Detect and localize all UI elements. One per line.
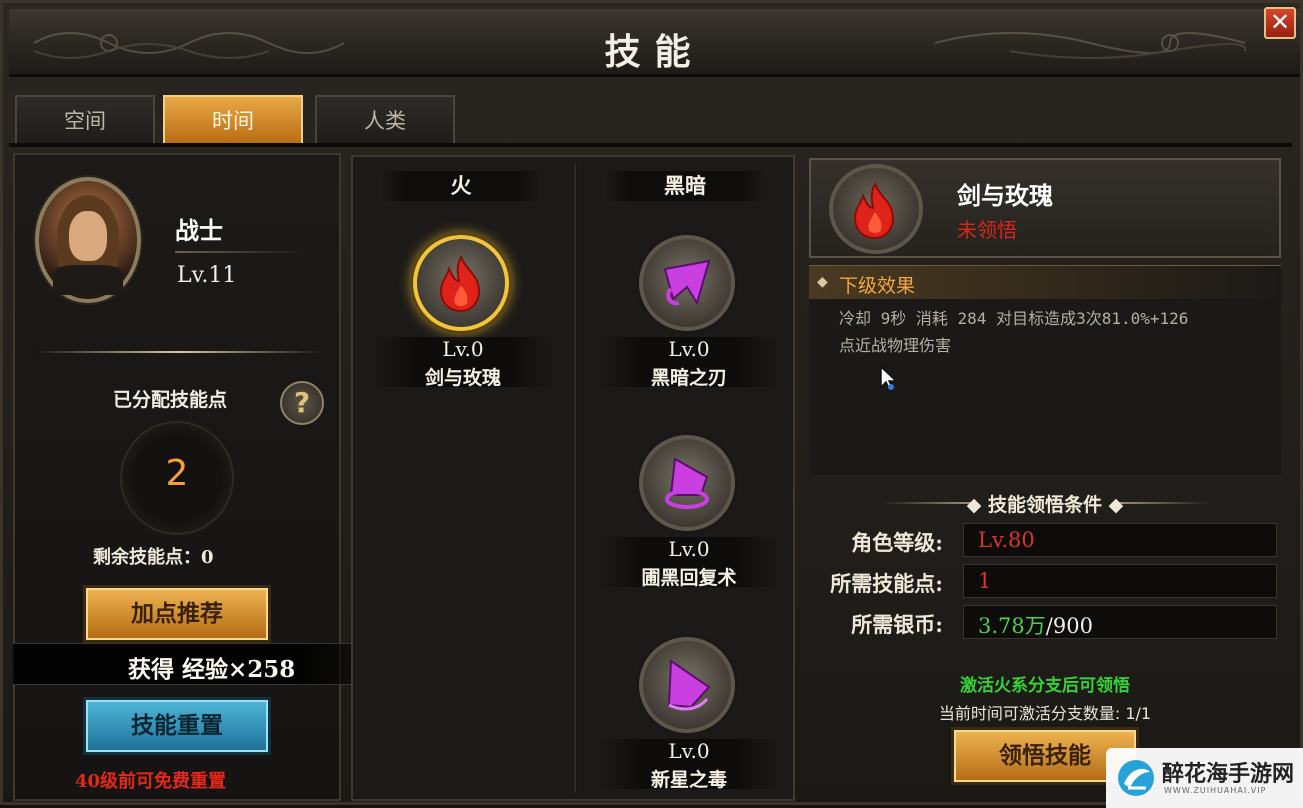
remaining-points: 剩余技能点：0 bbox=[93, 547, 214, 568]
effect-title: 下级效果 bbox=[839, 275, 916, 297]
skill-window: 技能 ✕ 空间 时间 人类 战士 Lv.11 已分配技能点 ? 2 剩余技能点：… bbox=[0, 0, 1303, 808]
detail-skill-name: 剑与玫瑰 bbox=[957, 181, 1053, 210]
tab-divider bbox=[9, 143, 1292, 147]
watermark-logo-icon bbox=[1118, 760, 1154, 796]
dark-blade-icon bbox=[663, 259, 711, 306]
condition-value: Lv.80 bbox=[978, 528, 1035, 552]
effect-description: 冷却 9秒 消耗 284 对目标造成3次81.0%+126 点近战物理伤害 bbox=[839, 305, 1279, 359]
character-panel: 战士 Lv.11 已分配技能点 ? 2 剩余技能点：0 加点推荐 技能重置 bbox=[13, 153, 341, 801]
assigned-points-value: 2 bbox=[165, 453, 189, 494]
silver-owned: 3.78万 bbox=[978, 614, 1046, 638]
window-title: 技能 bbox=[604, 31, 705, 73]
skill-level: Lv.0 bbox=[668, 739, 710, 763]
nova-poison-icon bbox=[667, 659, 711, 711]
watermark-url: WWW.ZUIHUAHAI.VIP bbox=[1164, 786, 1267, 795]
effect-desc-line: 冷却 9秒 消耗 284 对目标造成3次81.0%+126 bbox=[839, 309, 1189, 328]
condition-label: 所需银币: bbox=[851, 612, 943, 637]
branch-header-dark: 黑暗 bbox=[605, 171, 765, 201]
title-bar: 技能 bbox=[9, 9, 1300, 77]
detail-skill-status: 未领悟 bbox=[957, 218, 1017, 242]
condition-row-silver: 所需银币: 3.78万/900 bbox=[809, 605, 1281, 639]
section-divider bbox=[33, 351, 323, 353]
reset-button[interactable]: 技能重置 bbox=[83, 697, 271, 755]
effect-header: ◆ 下级效果 bbox=[809, 265, 1281, 299]
dark-heal-icon bbox=[665, 457, 709, 509]
condition-label: 角色等级: bbox=[851, 530, 943, 555]
character-class: 战士 bbox=[175, 216, 223, 245]
free-reset-hint: 40级前可免费重置 bbox=[75, 771, 227, 792]
branch-count: 当前时间可激活分支数量: 1/1 bbox=[938, 704, 1152, 723]
skill-name: 黑暗之刃 bbox=[650, 367, 727, 389]
assigned-points-label: 已分配技能点 bbox=[113, 389, 228, 411]
tab-time[interactable]: 时间 bbox=[163, 95, 303, 143]
conditions-title-text: 技能领悟条件 bbox=[987, 494, 1102, 516]
tab-space[interactable]: 空间 bbox=[15, 95, 155, 143]
help-icon[interactable]: ? bbox=[280, 381, 324, 425]
name-divider bbox=[175, 251, 305, 253]
condition-row-level: 角色等级: Lv.80 bbox=[809, 523, 1281, 557]
skill-name: 剑与玫瑰 bbox=[424, 367, 501, 389]
diamond-bullet-icon: ◆ bbox=[817, 274, 828, 290]
condition-value-box: Lv.80 bbox=[963, 523, 1277, 557]
skill-node-sword-rose[interactable] bbox=[413, 235, 509, 331]
branch-separator bbox=[573, 163, 577, 793]
conditions-title: ◆ 技能领悟条件 ◆ bbox=[966, 494, 1124, 516]
skill-name: 新星之毒 bbox=[650, 769, 727, 791]
condition-value-box: 3.78万/900 bbox=[963, 605, 1277, 639]
skill-level: Lv.0 bbox=[442, 337, 484, 361]
avatar-armor bbox=[53, 265, 123, 295]
fire-icon bbox=[853, 182, 895, 240]
detail-skill-icon bbox=[829, 164, 923, 254]
skill-detail-header: 剑与玫瑰 未领悟 bbox=[809, 158, 1281, 258]
watermark: 醉花海手游网 WWW.ZUIHUAHAI.VIP bbox=[1106, 748, 1303, 808]
silver-needed: /900 bbox=[1045, 614, 1093, 638]
activate-branch-hint: 激活火系分支后可领悟 bbox=[960, 676, 1130, 696]
character-level: Lv.11 bbox=[177, 263, 237, 288]
skill-node-nova-poison[interactable] bbox=[639, 637, 735, 733]
condition-value-box: 1 bbox=[963, 564, 1277, 598]
skill-level: Lv.0 bbox=[668, 537, 710, 561]
close-icon[interactable]: ✕ bbox=[1264, 7, 1296, 39]
exp-reward-text: 获得 经验×258 bbox=[128, 656, 296, 683]
recommend-button[interactable]: 加点推荐 bbox=[83, 585, 271, 643]
skill-node-dark-blade[interactable] bbox=[639, 235, 735, 331]
condition-row-skill-points: 所需技能点: 1 bbox=[809, 564, 1281, 598]
branch-header-fire: 火 bbox=[381, 171, 541, 201]
assigned-points-circle: 2 bbox=[120, 421, 234, 535]
skill-level: Lv.0 bbox=[668, 337, 710, 361]
skill-node-dark-heal[interactable] bbox=[639, 435, 735, 531]
condition-value: 3.78万/900 bbox=[978, 610, 1093, 640]
watermark-title: 醉花海手游网 bbox=[1162, 762, 1295, 787]
condition-label: 所需技能点: bbox=[830, 571, 943, 596]
conditions-title-row: ◆ 技能领悟条件 ◆ bbox=[809, 489, 1281, 517]
avatar bbox=[35, 177, 141, 303]
fire-icon bbox=[439, 255, 481, 313]
avatar-face bbox=[69, 211, 107, 261]
condition-value: 1 bbox=[978, 569, 992, 593]
effect-desc-line: 点近战物理伤害 bbox=[839, 336, 952, 355]
mouse-cursor-icon bbox=[880, 365, 898, 393]
skill-name: 圃黑回复术 bbox=[641, 567, 737, 589]
tab-human[interactable]: 人类 bbox=[315, 95, 455, 143]
